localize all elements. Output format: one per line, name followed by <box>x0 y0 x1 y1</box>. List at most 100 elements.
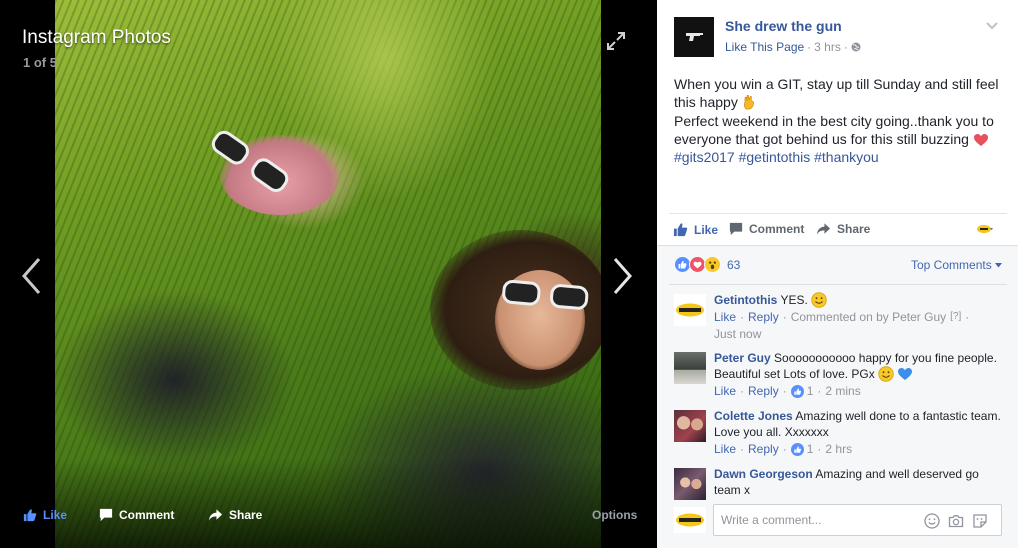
sticker-icon[interactable] <box>972 513 988 529</box>
hashtag-link[interactable]: #thankyou <box>814 149 879 165</box>
reactions-count[interactable]: 63 <box>727 258 740 272</box>
reactions-summary[interactable]: 63 <box>674 256 740 273</box>
post-body: When you win a GIT, stay up till Sunday … <box>674 75 1004 166</box>
viewer-share-label: Share <box>229 508 263 522</box>
commenter-avatar[interactable] <box>674 468 706 500</box>
commenter-avatar[interactable] <box>674 352 706 384</box>
comment-author-link[interactable]: Peter Guy <box>714 351 771 365</box>
comment-icon <box>729 222 743 236</box>
comment-body: Colette Jones Amazing well done to a fan… <box>714 408 1004 457</box>
comment-reaction-number: 1 <box>806 442 814 456</box>
post-comment-button[interactable]: Comment <box>729 222 804 236</box>
smile-emoji-icon <box>811 292 827 308</box>
page-avatar[interactable] <box>674 17 714 57</box>
comment-author-link[interactable]: Getintothis <box>714 293 777 307</box>
thumbs-up-icon <box>673 223 688 237</box>
post-comment-label: Comment <box>749 222 805 236</box>
red-heart-emoji-icon <box>973 133 988 146</box>
getintothis-logo-icon <box>676 513 704 527</box>
comment-timestamp[interactable]: 2 hrs <box>825 441 852 457</box>
like-page-link[interactable]: Like This Page <box>725 40 804 54</box>
viewer-action-bar: Like Comment Share Options <box>0 500 657 530</box>
blue-heart-emoji-icon <box>898 368 913 380</box>
comments-section: 63 Top Comments Getintothis YES. Like · … <box>657 245 1018 548</box>
viewer-share-button[interactable]: Share <box>208 508 262 522</box>
commenter-avatar[interactable] <box>674 410 706 442</box>
comment-reply-link[interactable]: Reply <box>748 309 779 325</box>
globe-icon <box>851 42 861 52</box>
camera-icon[interactable] <box>948 513 964 529</box>
viewer-options-button[interactable]: Options <box>592 508 637 522</box>
viewer-comment-label: Comment <box>119 508 175 522</box>
post-text-line2: Perfect weekend in the best city going..… <box>674 112 994 147</box>
fingers-crossed-emoji-icon <box>743 95 754 110</box>
comment-meta: Like · Reply · 1 · 2 hrs <box>714 441 853 457</box>
caret-down-icon <box>994 262 1002 267</box>
commenter-avatar[interactable] <box>674 294 706 326</box>
meta-separator: · <box>807 40 812 54</box>
comment-reaction-number: 1 <box>806 384 814 398</box>
getintothis-logo-icon <box>676 303 704 317</box>
post-meta: Like This Page · 3 hrs · <box>725 40 861 54</box>
post-photo[interactable] <box>55 0 601 548</box>
hashtag-link[interactable]: #gits2017 <box>674 149 735 165</box>
comment-body: Dawn Georgeson Amazing and well deserved… <box>714 466 1004 498</box>
like-reaction-icon <box>790 442 804 456</box>
thumbs-up-icon <box>23 509 37 522</box>
comment-composer <box>674 504 1004 536</box>
post-action-bar: Like Comment Share <box>669 213 1007 245</box>
comment-reaction-count[interactable]: 1 <box>790 383 814 399</box>
comment-author-link[interactable]: Dawn Georgeson <box>714 467 813 481</box>
comment-like-link[interactable]: Like <box>714 441 736 457</box>
meta-separator: · <box>843 40 848 54</box>
comment-meta: Just now <box>714 326 1004 342</box>
comment-icon <box>99 508 113 522</box>
share-arrow-icon <box>208 509 223 521</box>
post-share-label: Share <box>837 222 871 236</box>
emoji-picker-icon[interactable] <box>924 513 940 529</box>
comment-author-link[interactable]: Colette Jones <box>714 409 793 423</box>
chevron-down-icon[interactable] <box>986 21 998 31</box>
share-arrow-icon <box>816 223 831 235</box>
post-share-button[interactable]: Share <box>816 222 870 236</box>
commented-by-note: Commented on by Peter Guy <box>790 310 947 324</box>
wow-reaction-icon <box>704 256 721 273</box>
viewer-like-label: Like <box>43 508 68 522</box>
comment-sort-label: Top Comments <box>911 258 992 272</box>
comment-sort-dropdown[interactable]: Top Comments <box>911 258 1002 272</box>
help-badge[interactable]: [?] <box>950 309 961 325</box>
comment-reply-link[interactable]: Reply <box>748 441 779 457</box>
chevron-right-icon[interactable] <box>612 256 634 296</box>
post-header: She drew the gun Like This Page · 3 hrs … <box>674 17 1004 57</box>
comment-reply-link[interactable]: Reply <box>748 383 779 399</box>
gun-logo-icon <box>674 17 714 57</box>
expand-icon[interactable] <box>606 31 626 51</box>
comment-timestamp[interactable]: Just now <box>714 326 761 342</box>
viewer-album-title[interactable]: Instagram Photos <box>22 27 171 49</box>
post-side-panel: She drew the gun Like This Page · 3 hrs … <box>657 0 1018 548</box>
comment-like-link[interactable]: Like <box>714 383 736 399</box>
smile-emoji-icon <box>878 366 894 382</box>
comment-meta: Like · Reply · Commented on by Peter Guy… <box>714 309 970 325</box>
viewer-like-button[interactable]: Like <box>23 508 67 522</box>
like-reaction-icon <box>790 384 804 398</box>
chevron-left-icon[interactable] <box>20 256 42 296</box>
comment-text: YES. <box>780 293 808 307</box>
comment-body: Getintothis YES. Like · Reply · Commente… <box>714 292 1004 342</box>
photo-viewer: Instagram Photos 1 of 5 Like Comment Sha… <box>0 0 657 548</box>
viewer-comment-button[interactable]: Comment <box>99 508 174 522</box>
hashtag-link[interactable]: #getintothis <box>739 149 811 165</box>
viewer-photo-counter: 1 of 5 <box>23 55 57 70</box>
composer-avatar <box>674 507 706 533</box>
post-text-line1: When you win a GIT, stay up till Sunday … <box>674 76 999 111</box>
comment-meta: Like · Reply · 1 · 2 mins <box>714 383 861 399</box>
post-like-button[interactable]: Like <box>673 222 718 237</box>
comment-timestamp[interactable]: 2 mins <box>825 383 860 399</box>
acting-as-avatar-icon[interactable] <box>977 223 993 235</box>
comment-reaction-count[interactable]: 1 <box>790 441 814 457</box>
comment-like-link[interactable]: Like <box>714 309 736 325</box>
post-timestamp[interactable]: 3 hrs <box>814 40 841 54</box>
divider <box>669 284 1007 285</box>
page-name-link[interactable]: She drew the gun <box>725 18 842 34</box>
comment-body: Peter Guy Sooooooooooo happy for you fin… <box>714 350 1004 399</box>
